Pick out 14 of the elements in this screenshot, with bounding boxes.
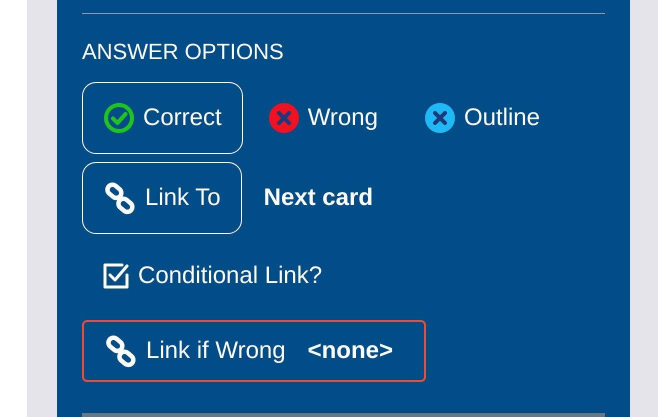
link-icon	[104, 334, 138, 368]
link-if-wrong-field[interactable]: Link if Wrong <none>	[82, 320, 426, 382]
conditional-link-checkbox[interactable]: Conditional Link?	[102, 258, 605, 294]
answer-option[interactable]: Wrong	[246, 82, 399, 154]
section-title: ANSWER OPTIONS	[82, 38, 285, 66]
link-to-button[interactable]: Link To	[82, 162, 242, 234]
x-circle-icon	[268, 102, 300, 134]
check-circle-icon	[103, 102, 135, 134]
answer-option[interactable]: Correct	[82, 82, 243, 154]
link-target: Next card	[264, 183, 373, 213]
link-icon	[103, 181, 137, 215]
x-circle-icon	[424, 102, 456, 134]
link-if-wrong-value: <none>	[308, 336, 393, 366]
answer-option[interactable]: Outline	[402, 82, 561, 154]
